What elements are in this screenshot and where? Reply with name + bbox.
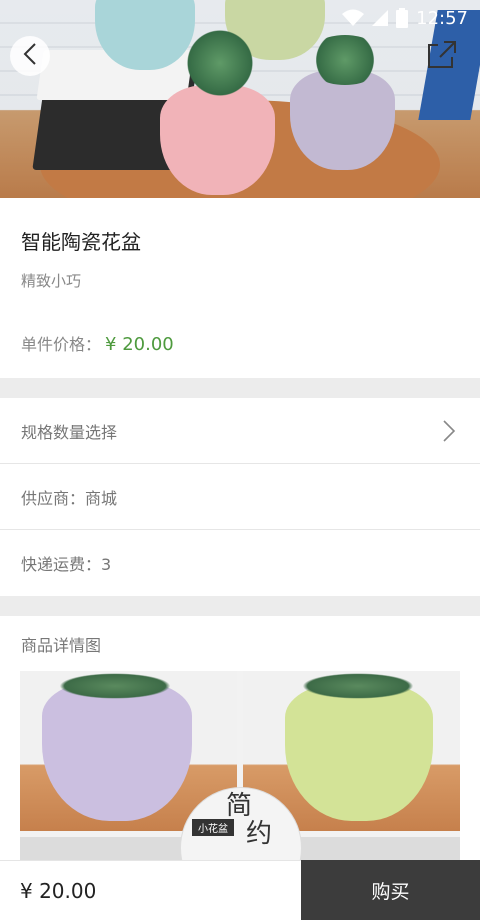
bottom-bar: ¥ 20.00 购买 [0,860,480,920]
status-bar: 12:57 [0,0,480,36]
share-icon [426,39,458,73]
battery-icon [396,8,409,28]
section-divider [0,596,480,616]
detail-pot-yellow [285,683,433,821]
detail-succulent [293,671,423,701]
hero-succulent [305,35,385,85]
product-info: 智能陶瓷花盆 精致小巧 单件价格： ¥ 20.00 [0,198,480,378]
bottom-price: ¥ 20.00 [0,860,301,920]
shipping-label: 快递运费：3 [21,555,112,574]
detail-badge-char: 简 [226,791,253,821]
back-button[interactable] [10,36,50,76]
spec-select-row[interactable]: 规格数量选择 [0,398,480,464]
detail-image: 简 约 小花盆 [20,671,460,860]
detail-badge-tag: 小花盆 [192,819,234,836]
hero-pot-pink [160,85,275,195]
section-divider [0,378,480,398]
chevron-left-icon [22,42,38,70]
chevron-right-icon [442,419,456,447]
signal-icon [372,10,389,26]
shipping-row: 快递运费：3 [0,530,480,596]
detail-badge-char: 约 [246,819,273,849]
details-label: 商品详情图 [21,636,102,655]
supplier-label: 供应商：商城 [21,488,118,508]
spec-select-label: 规格数量选择 [21,422,118,442]
product-subtitle: 精致小巧 [21,272,82,290]
product-title: 智能陶瓷花盆 [21,230,141,254]
price-row: 单件价格： ¥ 20.00 [21,331,174,355]
detail-succulent [50,671,180,701]
hero-succulent [180,28,260,98]
buy-button[interactable]: 购买 [301,860,480,920]
price-label: 单件价格： [21,335,102,354]
wifi-icon [342,9,365,27]
hero-pot-violet [290,70,395,170]
status-time: 12:57 [416,7,468,29]
supplier-row: 供应商：商城 [0,464,480,530]
share-button[interactable] [422,38,462,74]
price-value: ¥ 20.00 [105,334,174,355]
detail-pot-purple [42,681,192,821]
